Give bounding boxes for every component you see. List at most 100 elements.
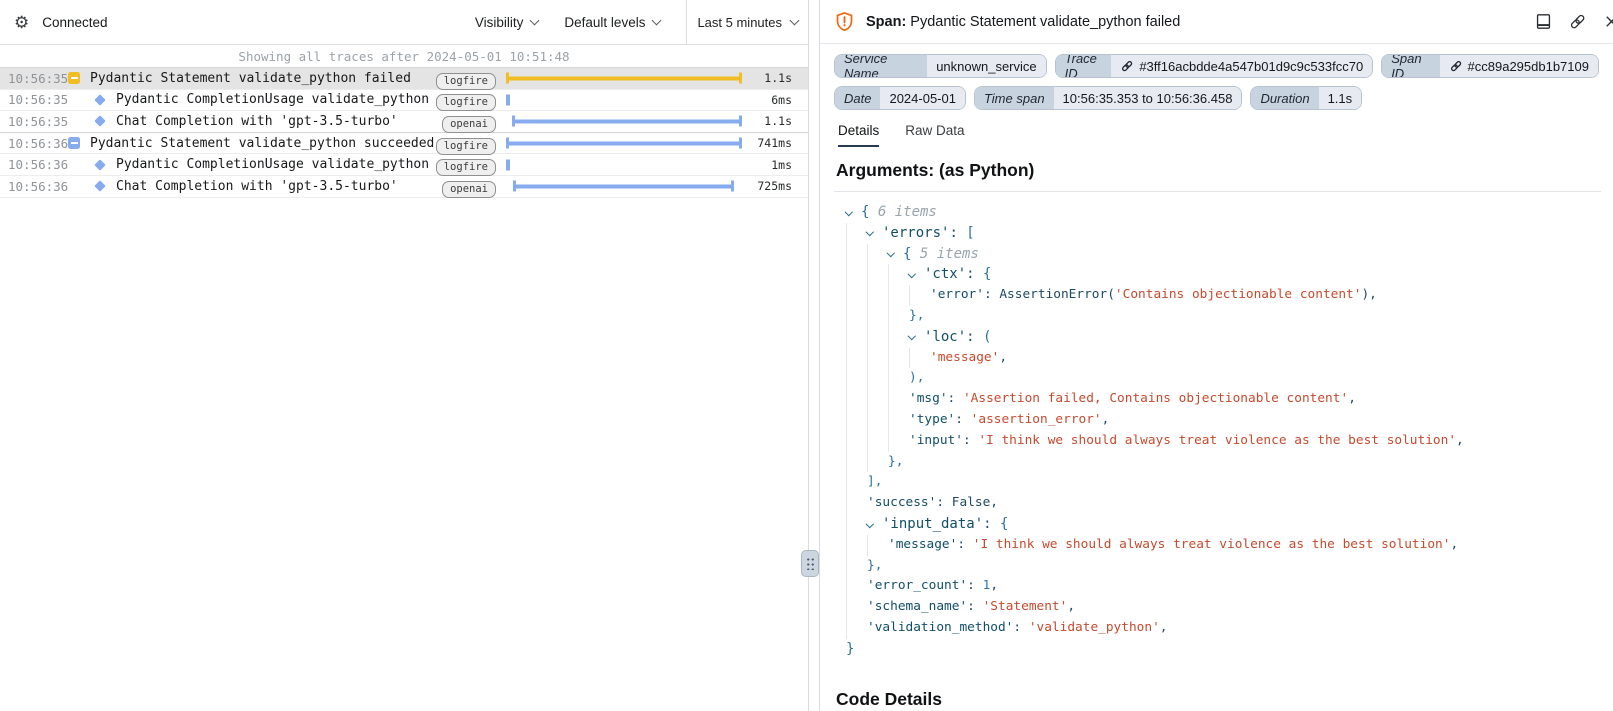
code-line: 'ctx': { [834,264,1601,285]
trace-row[interactable]: 10:56:35Pydantic CompletionUsage validat… [0,90,808,112]
indent-guide [867,285,888,306]
indent-guide [867,264,888,285]
trace-row[interactable]: 10:56:36Chat Completion with 'gpt-3.5-tu… [0,176,808,198]
time-range-dropdown[interactable]: Last 5 minutes [686,0,808,44]
expander-chevron-icon[interactable] [846,202,861,223]
code-token: 'Contains objectionable content' [1115,285,1362,306]
connection-status-label: Connected [42,15,107,30]
code-token: , [1456,431,1464,452]
attribute-badge-trace-id[interactable]: Trace ID#3ff16acbdde4a547b01d9c9c533fcc7… [1055,54,1374,78]
panel-splitter-handle[interactable] [801,550,819,577]
expander-chevron-icon[interactable] [909,264,924,285]
badge-row-1: Service Nameunknown_serviceTrace ID#3ff1… [834,54,1599,78]
collapse-toggle-icon[interactable] [66,72,82,84]
span-badges: Service Nameunknown_serviceTrace ID#3ff1… [820,44,1613,112]
code-line: { 6 items [834,202,1601,223]
indent-guide [867,306,888,327]
indent-guide [888,285,909,306]
span-header-actions [1534,0,1613,43]
warning-shield-icon [834,11,855,32]
visibility-dropdown[interactable]: Visibility [475,15,539,30]
indent-guide [867,327,888,348]
trace-row-label: Pydantic CompletionUsage validate_python… [116,92,436,107]
code-token: , [1160,618,1168,639]
trace-row[interactable]: 10:56:36 Pydantic CompletionUsage validat… [0,154,808,176]
chevron-down-icon [652,15,662,25]
link-icon [1449,59,1463,73]
visibility-dropdown-label: Visibility [475,15,524,30]
code-token: 'message' [930,348,999,369]
tag-pill: logfire [436,73,496,90]
chevron-down-icon [530,15,540,25]
indent-guide [867,368,888,389]
trace-list: 10:56:35Pydantic Statement validate_pyth… [0,68,808,711]
badge-value-text: #3ff16acbdde4a547b01d9c9c533fcc70 [1139,59,1363,74]
code-token: 'validate_python' [1029,618,1160,639]
indent-guide [846,327,867,348]
default-levels-dropdown[interactable]: Default levels [564,15,660,30]
tab-details[interactable]: Details [838,123,879,147]
trace-row-tag[interactable]: openai [442,112,496,131]
trace-row-label: Pydantic CompletionUsage validate_python… [116,157,436,172]
code-line: 'error': AssertionError('Contains object… [834,285,1601,306]
attribute-badge-span-id[interactable]: Span ID#cc89a295db1b7109 [1381,54,1599,78]
expander-chevron-icon[interactable] [909,327,924,348]
expander-chevron-icon[interactable] [867,223,882,244]
trace-row-label: Pydantic Statement validate_python succe… [90,136,436,151]
expander-chevron-icon[interactable] [888,244,903,265]
journal-icon[interactable] [1534,12,1553,31]
span-tabs: Details Raw Data [820,112,1613,147]
close-icon[interactable] [1602,12,1613,31]
code-token: [ [966,223,974,244]
trace-row[interactable]: 10:56:36 Pydantic Statement validate_pyth… [0,133,808,155]
code-token: 'success' [867,493,936,514]
trace-row-tag[interactable]: logfire [436,90,496,109]
tag-pill: openai [442,116,496,133]
collapse-toggle-icon[interactable] [66,137,82,149]
code-line: 'msg': 'Assertion failed, Contains objec… [834,389,1601,410]
trace-row[interactable]: 10:56:35Pydantic Statement validate_pyth… [0,68,808,90]
tab-raw-data[interactable]: Raw Data [905,123,964,147]
link-icon [1120,59,1134,73]
connection-status: ⚙ Connected [0,14,108,31]
trace-row[interactable]: 10:56:35Chat Completion with 'gpt-3.5-tu… [0,111,808,133]
code-token: ), [1361,285,1376,306]
span-title-text: Pydantic Statement validate_python faile… [910,14,1180,30]
span-title-label: Span: [866,14,906,30]
trace-row-duration: 741ms [742,136,808,150]
code-token: : [966,327,983,348]
badge-value: 2024-05-01 [880,87,965,109]
duration-bar-track [506,154,742,175]
code-token: 'msg' [909,389,948,410]
trace-row-tag[interactable]: logfire [436,134,496,153]
gear-icon[interactable]: ⚙ [14,14,29,31]
trace-row-tag[interactable]: logfire [436,155,496,174]
badge-label: Time span [975,87,1054,109]
span-details-panel: Span:Pydantic Statement validate_python … [819,0,1613,711]
code-line: 'type': 'assertion_error', [834,410,1601,431]
trace-row-timestamp: 10:56:36 [0,157,62,172]
trace-row-label: Chat Completion with 'gpt-3.5-turbo' [116,114,442,129]
code-token: : False, [936,493,998,514]
trace-row-tag[interactable]: openai [442,177,496,196]
trace-row-timestamp: 10:56:36 [0,136,62,151]
code-token: 1 [983,576,991,597]
attribute-badge-date: Date2024-05-01 [834,86,966,110]
traces-subheader: Showing all traces after 2024-05-01 10:5… [0,45,808,68]
indent-guide [867,452,888,473]
badge-label: Date [835,87,880,109]
code-line: }, [834,306,1601,327]
badge-label: Span ID [1382,55,1439,77]
trace-row-tag[interactable]: logfire [436,69,496,88]
indent-guide [909,348,930,369]
indent-guide [867,244,888,265]
tag-pill: logfire [436,94,496,111]
code-token: 'assertion_error' [971,410,1102,431]
expander-chevron-icon[interactable] [867,514,882,535]
indent-guide [888,431,909,452]
code-token: 'type' [909,410,955,431]
code-line: } [834,639,1601,660]
code-token: 'input' [909,431,963,452]
link-icon[interactable] [1568,12,1587,31]
code-token: 'message' [888,535,957,556]
